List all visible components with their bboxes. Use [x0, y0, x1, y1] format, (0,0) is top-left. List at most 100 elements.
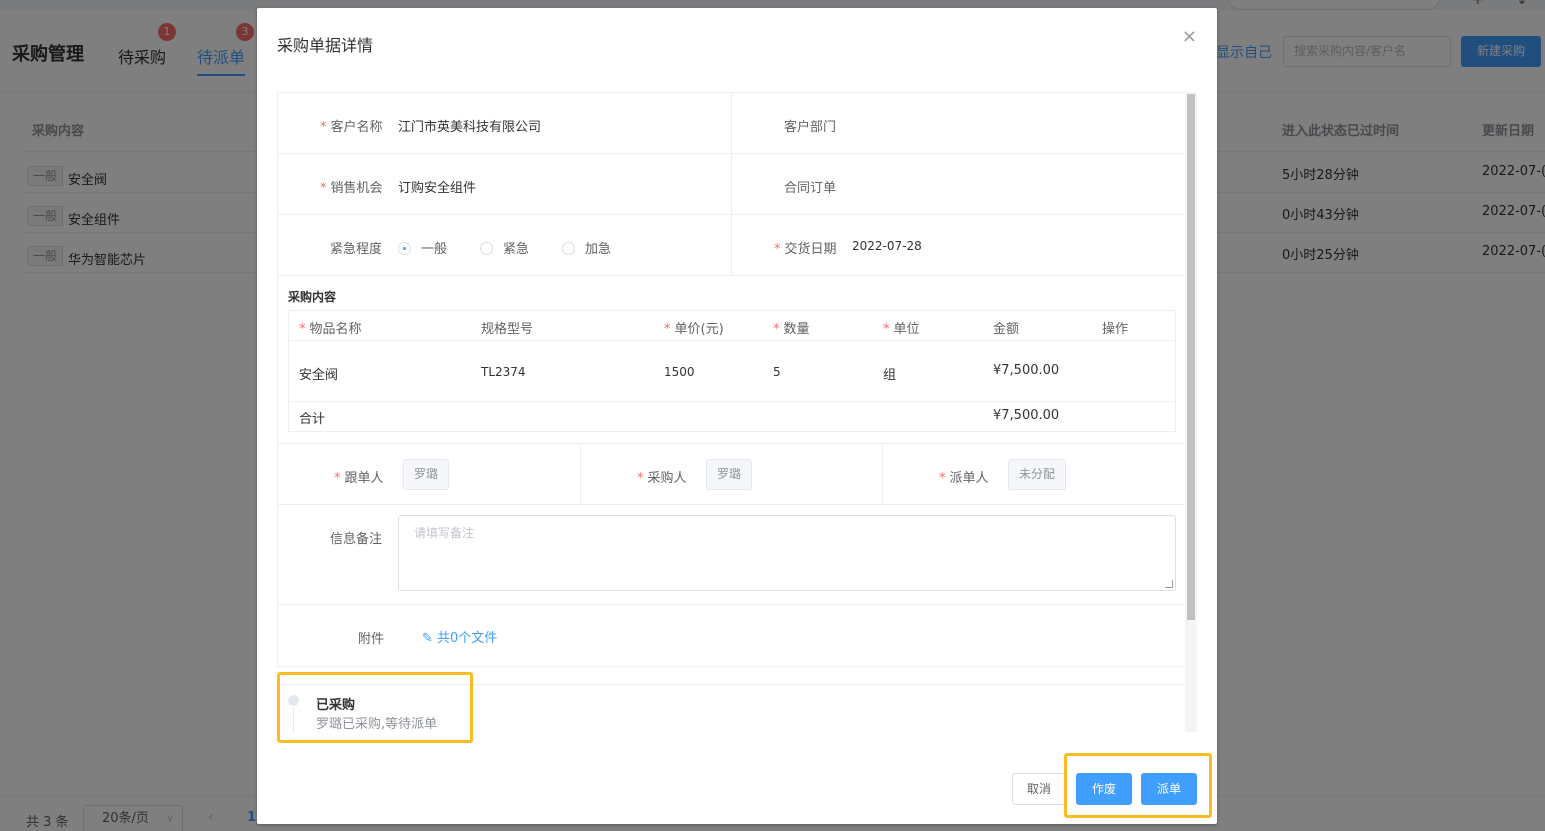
items-header-unit: * 单位 — [883, 318, 920, 337]
urgency-option-label: 加急 — [585, 242, 612, 257]
scrollbar-thumb[interactable] — [1187, 94, 1195, 620]
required-mark: * — [320, 181, 327, 196]
attachment-link[interactable]: ✎ 共0个文件 — [422, 627, 497, 646]
urgency-radio-normal[interactable]: 一般 — [398, 238, 447, 257]
follower-tag: 罗璐 — [403, 459, 450, 490]
required-mark: * — [774, 242, 781, 257]
items-header-qty: * 数量 — [773, 318, 810, 337]
opportunity-value: 订购安全组件 — [398, 181, 477, 196]
void-button[interactable]: 作废 — [1076, 773, 1132, 805]
people-row: * 跟单人 罗璐 * 采购人 罗璐 * 派单人 未分配 — [278, 444, 1186, 505]
urgency-cell: 紧急程度 一般 紧急 加急 — [278, 215, 732, 275]
attachment-label: 附件 — [358, 632, 385, 647]
items-section: 采购内容 * 物品名称 规格型号 * 单价(元) * 数量 * 单位 金额 操作 安全阀… — [278, 276, 1186, 444]
items-header-qty-text: 数量 — [783, 322, 810, 337]
total-value: ¥7,500.00 — [993, 408, 1060, 423]
paperclip-icon: ✎ — [422, 631, 438, 646]
delivery-value: 2022-07-28 — [852, 239, 922, 253]
urgency-label: 紧急程度 — [330, 242, 383, 257]
customer-value: 江门市英美科技有限公司 — [398, 120, 542, 135]
timeline-line — [293, 707, 294, 732]
contract-cell: 合同订单 — [732, 154, 1187, 214]
follower-label-text: 跟单人 — [344, 471, 384, 486]
required-mark: * — [664, 322, 671, 337]
required-mark: * — [334, 471, 341, 486]
detail-form: * 客户名称 江门市英美科技有限公司 客户部门 * 销售机会 订购安全组件 合同订单 — [277, 92, 1187, 667]
close-icon[interactable]: × — [1182, 26, 1197, 47]
attachment-link-text: 共0个文件 — [437, 631, 498, 646]
form-row: * 客户名称 江门市英美科技有限公司 客户部门 — [278, 93, 1186, 154]
delivery-cell: * 交货日期 2022-07-28 — [732, 215, 1187, 275]
urgency-option-label: 一般 — [421, 242, 448, 257]
radio-dot — [562, 242, 575, 255]
cancel-button[interactable]: 取消 — [1012, 773, 1066, 805]
remark-textarea[interactable]: 请填写备注 — [398, 515, 1176, 591]
items-header-row: * 物品名称 规格型号 * 单价(元) * 数量 * 单位 金额 操作 — [289, 311, 1175, 341]
dispatch-button[interactable]: 派单 — [1141, 773, 1197, 805]
remark-row: 信息备注 请填写备注 — [278, 505, 1186, 605]
total-label: 合计 — [299, 412, 326, 427]
dialog-title: 采购单据详情 — [277, 36, 374, 55]
item-spec: TL2374 — [481, 365, 526, 379]
follower-value: 罗璐 — [403, 459, 450, 490]
radio-dot — [398, 242, 411, 255]
dept-label: 客户部门 — [784, 120, 837, 135]
buyer-label: * 采购人 — [637, 467, 687, 486]
buyer-value: 罗璐 — [706, 459, 753, 490]
remark-placeholder: 请填写备注 — [414, 526, 475, 540]
dialog-footer: 取消 作废 派单 — [257, 771, 1217, 811]
form-row: * 销售机会 订购安全组件 合同订单 — [278, 154, 1186, 215]
remark-label: 信息备注 — [330, 532, 383, 547]
contract-label: 合同订单 — [784, 181, 837, 196]
required-mark: * — [773, 322, 780, 337]
urgency-radio-critical[interactable]: 加急 — [562, 238, 611, 257]
item-price: 1500 — [664, 365, 695, 379]
urgency-radio-urgent[interactable]: 紧急 — [480, 238, 529, 257]
item-unit: 组 — [883, 368, 897, 383]
buyer-label-text: 采购人 — [647, 471, 687, 486]
dispatcher-cell: * 派单人 未分配 — [883, 444, 1187, 504]
items-section-title: 采购内容 — [288, 290, 337, 304]
dept-cell: 客户部门 — [732, 93, 1187, 153]
dialog-body: * 客户名称 江门市英美科技有限公司 客户部门 * 销售机会 订购安全组件 合同订单 — [277, 92, 1197, 732]
items-header-spec: 规格型号 — [481, 322, 534, 337]
follower-cell: * 跟单人 罗璐 — [278, 444, 581, 504]
required-mark: * — [637, 471, 644, 486]
customer-label-text: 客户名称 — [330, 120, 383, 135]
item-amount: ¥7,500.00 — [993, 363, 1060, 378]
opportunity-label-text: 销售机会 — [330, 181, 383, 196]
buyer-cell: * 采购人 罗璐 — [581, 444, 883, 504]
urgency-option-label: 紧急 — [503, 242, 530, 257]
resize-handle-icon[interactable] — [1165, 580, 1173, 588]
status-timeline: 已采购 罗璐已采购,等待派单 — [277, 684, 1187, 732]
item-row: 安全阀 TL2374 1500 5 组 ¥7,500.00 — [289, 341, 1175, 402]
required-mark: * — [299, 322, 306, 337]
customer-label: * 客户名称 — [320, 116, 383, 135]
items-header-name: * 物品名称 — [299, 318, 362, 337]
items-header-price: * 单价(元) — [664, 318, 724, 337]
delivery-label: * 交货日期 — [774, 238, 837, 257]
items-header-price-text: 单价(元) — [674, 322, 724, 337]
dispatcher-value: 未分配 — [1008, 459, 1067, 490]
timeline-dot-icon — [288, 695, 299, 706]
items-header-op: 操作 — [1102, 322, 1129, 337]
delivery-label-text: 交货日期 — [784, 242, 837, 257]
required-mark: * — [883, 322, 890, 337]
follower-label: * 跟单人 — [334, 467, 384, 486]
item-name: 安全阀 — [299, 368, 339, 383]
buyer-tag: 罗璐 — [706, 459, 753, 490]
timeline-title: 已采购 — [316, 698, 356, 713]
radio-dot — [480, 242, 493, 255]
attachment-row: 附件 ✎ 共0个文件 — [278, 605, 1186, 666]
items-header-amount: 金额 — [993, 322, 1020, 337]
required-mark: * — [320, 120, 327, 135]
dispatcher-label: * 派单人 — [939, 467, 989, 486]
item-qty: 5 — [773, 365, 781, 379]
form-row: 紧急程度 一般 紧急 加急 * 交货日期 2022-07-28 — [278, 215, 1186, 276]
required-mark: * — [939, 471, 946, 486]
opportunity-cell: * 销售机会 订购安全组件 — [278, 154, 732, 214]
timeline-desc: 罗璐已采购,等待派单 — [316, 717, 438, 732]
dispatcher-tag: 未分配 — [1008, 459, 1067, 490]
purchase-detail-dialog: 采购单据详情 × * 客户名称 江门市英美科技有限公司 客户部门 * 销售机会 订购… — [257, 8, 1217, 824]
customer-cell: * 客户名称 江门市英美科技有限公司 — [278, 93, 732, 153]
